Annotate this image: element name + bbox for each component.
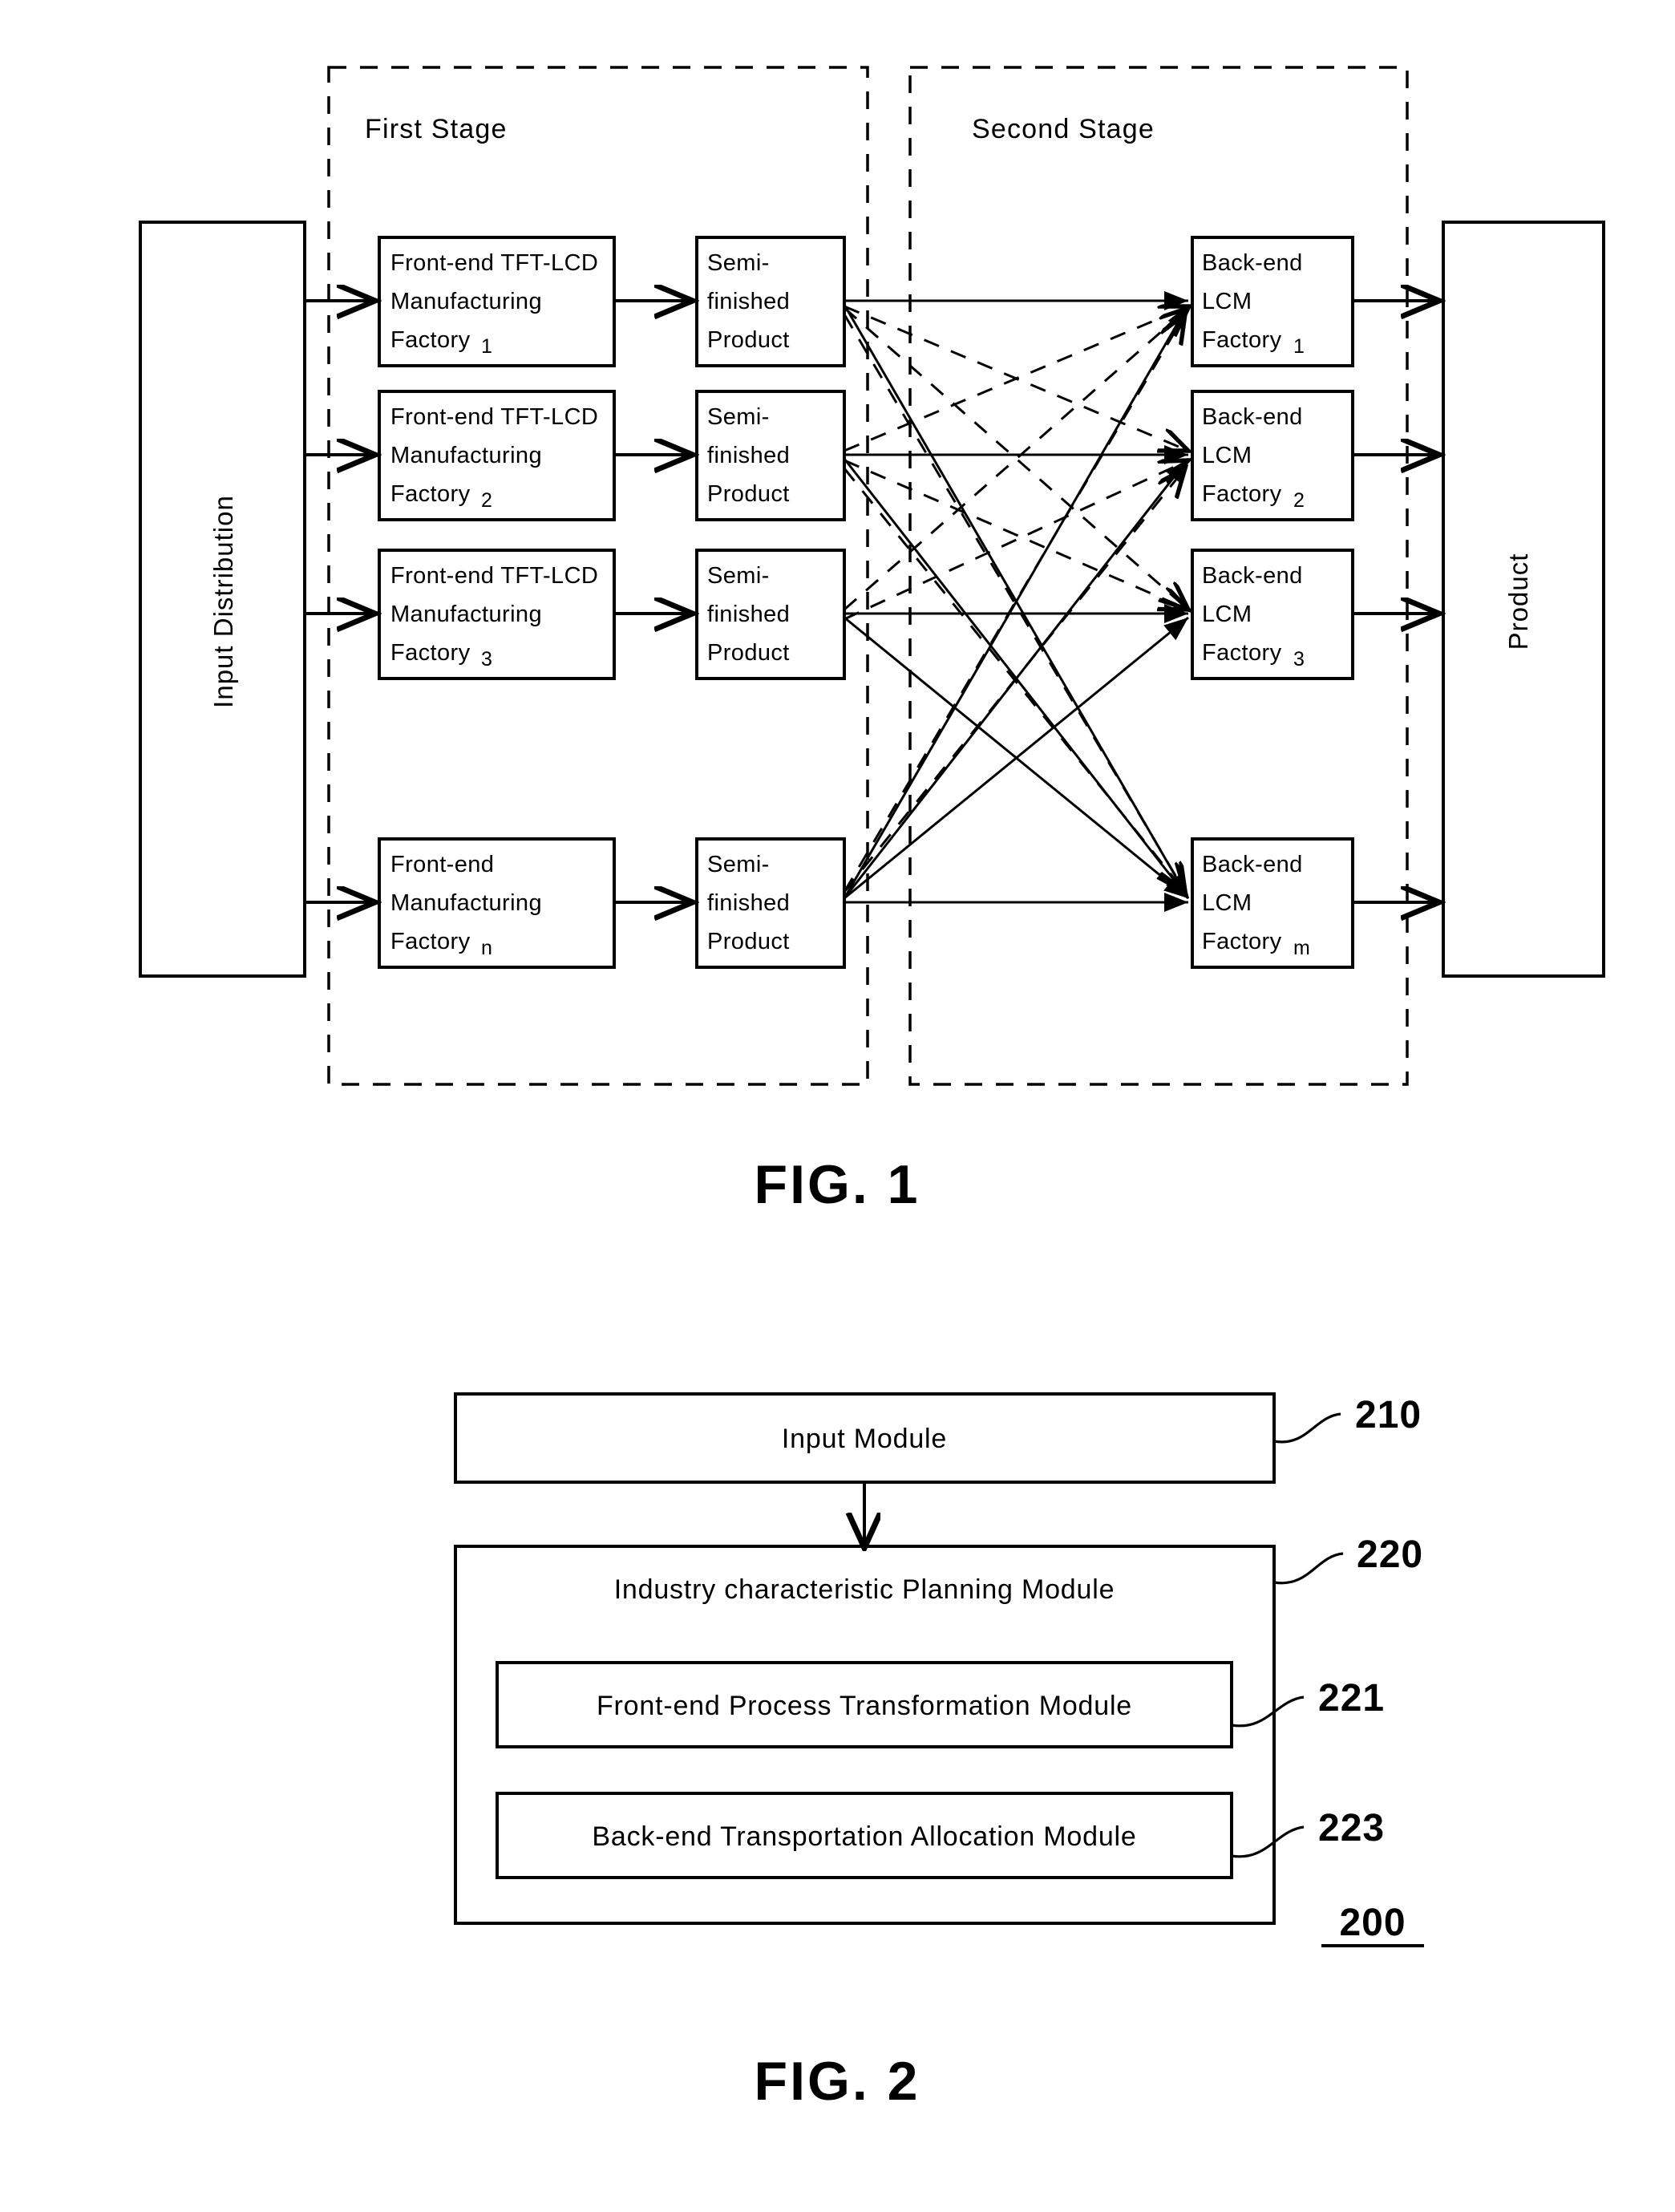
- frontend-factory-n-line2: Manufacturing: [390, 890, 542, 916]
- backend-factory-3-line2: LCM: [1202, 602, 1252, 627]
- backend-factory-3-line1: Back-end: [1202, 563, 1303, 589]
- semifinished-3-line3: Product: [707, 640, 790, 666]
- backend-allocation-module-label: Back-end Transportation Allocation Modul…: [592, 1821, 1136, 1852]
- semifinished-4-line1: Semi-: [707, 852, 770, 877]
- backend-factory-2-line1: Back-end: [1202, 404, 1303, 430]
- product-label: Product: [1503, 553, 1533, 650]
- figure-2: Input Module 210 Industry characteristic…: [454, 1392, 1424, 2112]
- frontend-factory-3-index: 3: [481, 648, 492, 670]
- frontend-to-semifinished-arrows: [614, 301, 693, 902]
- figure-1-caption: FIG. 1: [755, 1154, 920, 1215]
- first-stage-label: First Stage: [365, 114, 508, 144]
- backend-factory-1-line3: Factory: [1202, 327, 1282, 353]
- backend-factory-m-line3: Factory: [1202, 929, 1282, 954]
- frontend-factory-1-line3: Factory: [390, 327, 471, 353]
- semifinished-4-line3: Product: [707, 929, 790, 954]
- frontend-factory-3-line3: Factory: [390, 640, 471, 666]
- frontend-factory-2-index: 2: [481, 489, 492, 512]
- semifinished-3-line1: Semi-: [707, 563, 770, 589]
- backend-factory-2-index: 2: [1293, 489, 1305, 512]
- planning-module-leader-line: [1273, 1552, 1344, 1585]
- input-to-frontend-arrows: [305, 301, 375, 902]
- frontend-factory-1-line1: Front-end TFT-LCD: [390, 250, 598, 276]
- system-ref-200: 200: [1339, 1902, 1406, 1944]
- input-module-label: Input Module: [782, 1424, 947, 1454]
- backend-factory-2-line3: Factory: [1202, 481, 1282, 507]
- backend-factory-m-index: m: [1293, 937, 1310, 959]
- planning-module-ref: 220: [1357, 1533, 1423, 1576]
- frontend-transformation-module-label: Front-end Process Transformation Module: [597, 1691, 1132, 1721]
- figure-1: Input Distribution Product First Stage S…: [139, 66, 1605, 1215]
- frontend-factory-2-line2: Manufacturing: [390, 443, 542, 468]
- backend-allocation-module-ref: 223: [1318, 1807, 1385, 1849]
- semifinished-3-line2: finished: [707, 602, 790, 627]
- planning-module-label: Industry characteristic Planning Module: [614, 1574, 1115, 1605]
- backend-allocation-leader-line: [1231, 1825, 1305, 1858]
- patent-drawing-sheet: Input Distribution Product First Stage S…: [0, 0, 1675, 2212]
- frontend-transformation-leader-line: [1231, 1695, 1305, 1728]
- semifinished-1-line1: Semi-: [707, 250, 770, 276]
- input-module-ref: 210: [1355, 1394, 1422, 1436]
- frontend-factory-2-line1: Front-end TFT-LCD: [390, 404, 598, 430]
- backend-factory-3-index: 3: [1293, 648, 1305, 670]
- second-stage-boundary: [908, 66, 1409, 1086]
- frontend-factory-n-line3: Factory: [390, 929, 471, 954]
- frontend-transformation-module-ref: 221: [1318, 1677, 1385, 1720]
- backend-factory-2-line2: LCM: [1202, 443, 1252, 468]
- frontend-factory-3-line1: Front-end TFT-LCD: [390, 563, 598, 589]
- backend-factory-1-line1: Back-end: [1202, 250, 1303, 276]
- input-distribution-label: Input Distribution: [208, 495, 238, 708]
- frontend-factory-2-line3: Factory: [390, 481, 471, 507]
- backend-factory-3-line3: Factory: [1202, 640, 1282, 666]
- backend-factory-m-line1: Back-end: [1202, 852, 1303, 877]
- frontend-factory-1-index: 1: [481, 335, 492, 358]
- semifinished-2-line3: Product: [707, 481, 790, 507]
- semifinished-4-line2: finished: [707, 890, 790, 916]
- backend-factory-1-line2: LCM: [1202, 289, 1252, 314]
- semifinished-1-line2: finished: [707, 289, 790, 314]
- input-module-leader-line: [1273, 1412, 1341, 1444]
- backend-to-product-arrows: [1353, 301, 1439, 902]
- semifinished-2-line1: Semi-: [707, 404, 770, 430]
- semifinished-to-backend-dashed-links: [844, 306, 1188, 621]
- frontend-factory-n-index: n: [481, 937, 492, 959]
- semifinished-2-line2: finished: [707, 443, 790, 468]
- frontend-factory-1-line2: Manufacturing: [390, 289, 542, 314]
- backend-factory-m-line2: LCM: [1202, 890, 1252, 916]
- frontend-factory-n-line1: Front-end: [390, 852, 494, 877]
- figure-2-caption: FIG. 2: [755, 2051, 920, 2112]
- semifinished-1-line3: Product: [707, 327, 790, 353]
- frontend-factory-3-line2: Manufacturing: [390, 602, 542, 627]
- semifinished-to-backend-solid-diagonals: [843, 304, 1190, 900]
- backend-factory-1-index: 1: [1293, 335, 1305, 358]
- second-stage-label: Second Stage: [972, 114, 1155, 144]
